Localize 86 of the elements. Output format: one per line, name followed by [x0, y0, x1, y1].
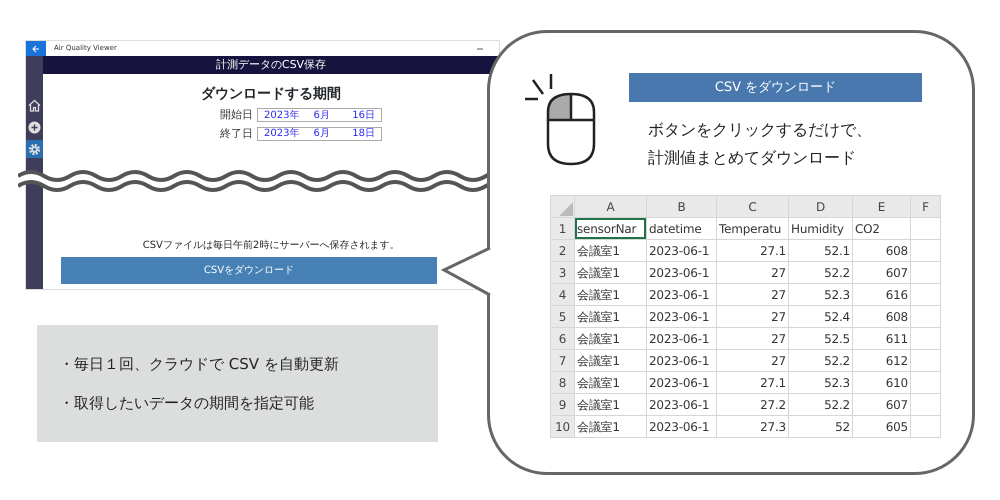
feature-text: ・毎日１回、クラウドで CSV を自動更新 — [59, 354, 340, 375]
table-cell: 52.4 — [788, 306, 852, 328]
table-cell: 2023-06-1 — [646, 284, 716, 306]
table-cell: 会議室1 — [574, 284, 646, 306]
table-cell: 611 — [852, 328, 910, 350]
row-header[interactable]: 4 — [550, 284, 574, 306]
table-cell: 2023-06-1 — [646, 350, 716, 372]
table-cell: 52.1 — [788, 240, 852, 262]
row-header[interactable]: 1 — [550, 218, 574, 240]
table-cell: 27.3 — [716, 416, 788, 438]
table-cell: 27.2 — [716, 394, 788, 416]
date-picker[interactable]: 2023年 6月 18日 — [257, 126, 382, 141]
row-header[interactable]: 8 — [550, 372, 574, 394]
table-cell: 52.2 — [788, 262, 852, 284]
table-cell: CO2 — [852, 218, 910, 240]
feature-text: ・取得したいデータの期間を指定可能 — [59, 392, 315, 414]
table-cell: 会議室1 — [574, 306, 646, 328]
date-label: 開始日 — [220, 107, 253, 123]
row-header[interactable]: 10 — [550, 416, 574, 438]
column-header[interactable]: D — [788, 196, 852, 218]
table-cell: 2023-06-1 — [646, 262, 716, 284]
page-header: 計測データのCSV保存 — [43, 56, 499, 74]
corner-cell[interactable] — [550, 196, 574, 218]
table-cell: 27.1 — [716, 240, 788, 262]
column-header[interactable]: A — [574, 196, 646, 218]
table-cell: 52.2 — [788, 394, 852, 416]
back-button[interactable] — [26, 41, 46, 56]
table-cell: 会議室1 — [574, 416, 646, 438]
row-header[interactable]: 2 — [550, 240, 574, 262]
table-cell: 52.3 — [788, 372, 852, 394]
table-cell: 会議室1 — [574, 350, 646, 372]
column-header[interactable]: F — [910, 196, 940, 218]
table-cell: 607 — [852, 394, 910, 416]
download-button[interactable]: CSVをダウンロード — [61, 257, 437, 284]
gear-icon — [27, 142, 42, 156]
table-cell: Temperatu — [716, 218, 788, 240]
row-header[interactable]: 7 — [550, 350, 574, 372]
row-header[interactable]: 3 — [550, 262, 574, 284]
table-cell: 27.1 — [716, 372, 788, 394]
table-cell: 52.5 — [788, 328, 852, 350]
table-cell: 会議室1 — [574, 394, 646, 416]
nav-button[interactable] — [26, 140, 43, 158]
table-cell: 27 — [716, 350, 788, 372]
table-cell: 616 — [852, 284, 910, 306]
table-cell: sensorNar — [574, 218, 646, 240]
save-schedule-note: CSVファイルは毎日午前2時にサーバーへ保存されます。 — [142, 238, 400, 253]
table-cell: Humidity — [788, 218, 852, 240]
description-text: 計測値まとめてダウンロード — [648, 147, 857, 169]
table-cell: 会議室1 — [574, 328, 646, 350]
home-icon — [27, 98, 42, 112]
table-cell: 2023-06-1 — [646, 306, 716, 328]
table-cell: 605 — [852, 416, 910, 438]
table-cell: datetime — [646, 218, 716, 240]
download-label: CSV をダウンロード — [629, 73, 922, 102]
table-cell: 2023-06-1 — [646, 240, 716, 262]
column-header[interactable]: B — [646, 196, 716, 218]
row-header[interactable]: 6 — [550, 328, 574, 350]
table-cell: 52 — [788, 416, 852, 438]
table-cell: 2023-06-1 — [646, 372, 716, 394]
table-cell: 27 — [716, 284, 788, 306]
row-header[interactable]: 5 — [550, 306, 574, 328]
table-cell: 27 — [716, 306, 788, 328]
table-cell: 2023-06-1 — [646, 416, 716, 438]
table-cell: 610 — [852, 372, 910, 394]
table-cell: 608 — [852, 240, 910, 262]
table-cell: 会議室1 — [574, 262, 646, 284]
table-cell: 27 — [716, 262, 788, 284]
table-cell: 2023-06-1 — [646, 394, 716, 416]
table-cell: 612 — [852, 350, 910, 372]
date-picker[interactable]: 2023年 6月 16日 — [257, 108, 382, 122]
back-arrow-icon — [32, 44, 40, 52]
table-cell: 608 — [852, 306, 910, 328]
table-cell: 607 — [852, 262, 910, 284]
column-header[interactable]: E — [852, 196, 910, 218]
table-cell: 会議室1 — [574, 240, 646, 262]
column-header[interactable]: C — [716, 196, 788, 218]
period-title: ダウンロードする期間 — [200, 85, 342, 104]
minimize-icon[interactable] — [477, 48, 483, 50]
table-cell: 52.2 — [788, 350, 852, 372]
table-cell: 52.3 — [788, 284, 852, 306]
table-cell: 会議室1 — [574, 372, 646, 394]
table-cell: 2023-06-1 — [646, 328, 716, 350]
row-header[interactable]: 9 — [550, 394, 574, 416]
description-text: ボタンをクリックするだけで、 — [648, 119, 872, 141]
table-cell: 27 — [716, 328, 788, 350]
date-label: 終了日 — [220, 126, 253, 142]
